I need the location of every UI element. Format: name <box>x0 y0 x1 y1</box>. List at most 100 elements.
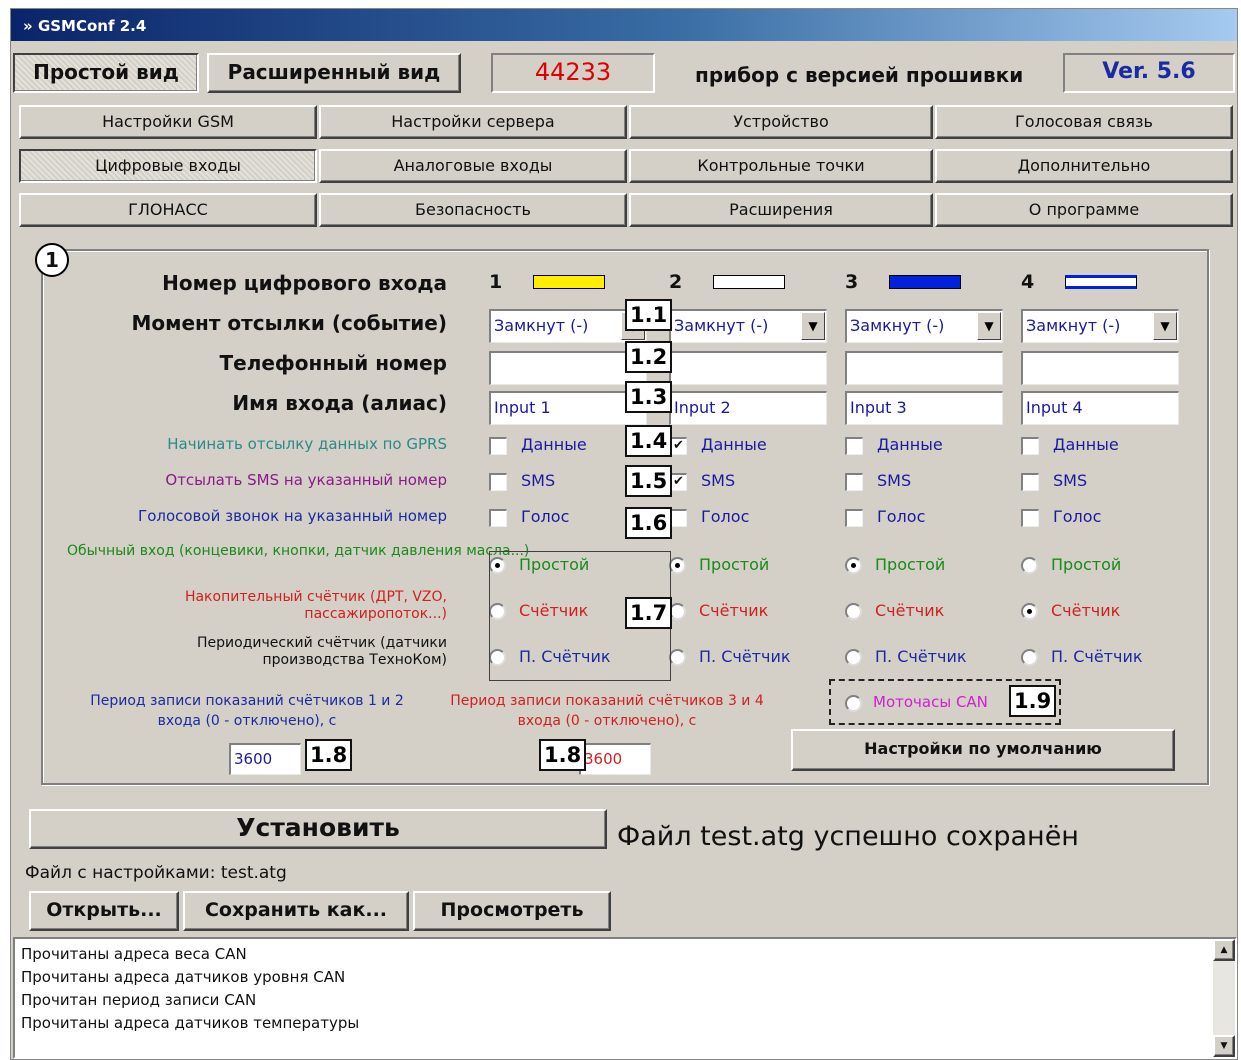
input-4-pcounter-label: П. Счётчик <box>1051 647 1143 666</box>
tab-11[interactable]: Расширения <box>629 193 933 227</box>
input-2-simple-label: Простой <box>699 555 770 574</box>
input-3-alias-field[interactable]: Input 3 <box>845 391 1003 425</box>
section-number-badge: 1 <box>35 243 69 277</box>
view-button[interactable]: Просмотреть <box>413 891 611 931</box>
input-1-event-select[interactable]: Замкнут (-)▼ <box>489 309 647 343</box>
annotation-1-1: 1.1 <box>625 299 673 331</box>
input-4-counter-radio[interactable] <box>1021 603 1038 620</box>
tab-6[interactable]: Аналоговые входы <box>319 149 627 183</box>
extended-view-button[interactable]: Расширенный вид <box>207 53 461 93</box>
tab-10[interactable]: Безопасность <box>319 193 627 227</box>
input-4-sms-label: SMS <box>1053 471 1088 490</box>
input-4-sms-checkbox[interactable] <box>1021 473 1039 491</box>
input-1-sms-checkbox[interactable] <box>489 473 507 491</box>
tab-2[interactable]: Настройки сервера <box>319 105 627 139</box>
input-3-simple-radio[interactable] <box>845 557 862 574</box>
chevron-down-icon[interactable]: ▼ <box>801 312 825 340</box>
input-4-simple-radio[interactable] <box>1021 557 1038 574</box>
input-3-counter-label: Счётчик <box>875 601 945 620</box>
input-4-phone-field[interactable] <box>1021 351 1179 385</box>
input-4-pcounter-radio[interactable] <box>1021 649 1038 666</box>
input-4-alias-field[interactable]: Input 4 <box>1021 391 1179 425</box>
input-2-phone-field[interactable] <box>669 351 827 385</box>
tab-4[interactable]: Голосовая связь <box>935 105 1233 139</box>
input-2-alias-field[interactable]: Input 2 <box>669 391 827 425</box>
annotation-1-8b: 1.8 <box>539 739 587 771</box>
input-2-event-value: Замкнут (-) <box>674 316 769 335</box>
input-4-event-value: Замкнут (-) <box>1026 316 1121 335</box>
log-box: Прочитаны адреса веса CAN Прочитаны адрес… <box>13 937 1237 1059</box>
tab-5[interactable]: Цифровые входы <box>19 149 317 183</box>
phone-number-label: Телефонный номер <box>219 351 448 375</box>
input-2-simple-radio[interactable] <box>669 557 686 574</box>
log-scrollbar[interactable]: ▲ ▼ <box>1213 939 1235 1057</box>
input-3-gprs-checkbox[interactable] <box>845 437 863 455</box>
input-3-phone-field[interactable] <box>845 351 1003 385</box>
send-moment-label: Момент отсылки (событие) <box>131 311 448 335</box>
save-as-button[interactable]: Сохранить как... <box>183 891 409 931</box>
input-3-pcounter-label: П. Счётчик <box>875 647 967 666</box>
input-4-number: 4 <box>1021 271 1035 293</box>
chevron-down-icon[interactable]: ▼ <box>977 312 1001 340</box>
default-settings-button[interactable]: Настройки по умолчанию <box>791 729 1175 771</box>
tab-3[interactable]: Устройство <box>629 105 933 139</box>
input-3-sms-checkbox[interactable] <box>845 473 863 491</box>
input-1-voice-checkbox[interactable] <box>489 509 507 527</box>
input-2-pcounter-radio[interactable] <box>669 649 686 666</box>
save-status: Файл test.atg успешно сохранён <box>617 821 1079 852</box>
install-button[interactable]: Установить <box>29 809 607 849</box>
simple-view-button[interactable]: Простой вид <box>13 53 199 93</box>
input-1-alias-field[interactable]: Input 1 <box>489 391 647 425</box>
input-1-gprs-checkbox[interactable] <box>489 437 507 455</box>
input-1-phone-field[interactable] <box>489 351 647 385</box>
input-1-gprs-label: Данные <box>521 435 587 454</box>
firmware-label: прибор с версией прошивки <box>695 63 1024 87</box>
tab-9[interactable]: ГЛОНАСС <box>19 193 317 227</box>
input-3-pcounter-radio[interactable] <box>845 649 862 666</box>
chevron-down-icon[interactable]: ▼ <box>1153 312 1177 340</box>
input-2-counter-label: Счётчик <box>699 601 769 620</box>
firmware-version: Ver. 5.6 <box>1063 53 1235 93</box>
simple-input-desc: Обычный вход (концевики, кнопки, датчик … <box>67 543 530 559</box>
tab-12[interactable]: О программе <box>935 193 1233 227</box>
alias-label: Имя входа (алиас) <box>232 391 447 415</box>
tab-8[interactable]: Дополнительно <box>935 149 1233 183</box>
scroll-up-icon[interactable]: ▲ <box>1213 939 1235 961</box>
open-button[interactable]: Открыть... <box>29 891 179 931</box>
period-34-input[interactable]: 3600 <box>579 743 651 775</box>
input-3-number: 3 <box>845 271 859 293</box>
period-34-label: Период записи показаний счётчиков 3 и 4 … <box>450 693 764 729</box>
log-line: Прочитаны адреса веса CAN <box>21 945 247 963</box>
input-3-counter-radio[interactable] <box>845 603 862 620</box>
log-line: Прочитаны адреса датчиков уровня CAN <box>21 968 346 986</box>
input-4-voice-label: Голос <box>1053 507 1102 526</box>
annotation-1-5: 1.5 <box>625 465 673 497</box>
input-2-event-select[interactable]: Замкнут (-) ▼ <box>669 309 827 343</box>
annotation-1-6: 1.6 <box>625 507 673 539</box>
input-3-voice-checkbox[interactable] <box>845 509 863 527</box>
annotation-1-4: 1.4 <box>625 425 673 457</box>
input-4-event-select[interactable]: Замкнут (-) ▼ <box>1021 309 1179 343</box>
input-4-gprs-checkbox[interactable] <box>1021 437 1039 455</box>
input-3-gprs-label: Данные <box>877 435 943 454</box>
input-4-voice-checkbox[interactable] <box>1021 509 1039 527</box>
input-4-counter-label: Счётчик <box>1051 601 1121 620</box>
tab-1[interactable]: Настройки GSM <box>19 105 317 139</box>
input-4-simple-label: Простой <box>1051 555 1122 574</box>
input-2-gprs-label: Данные <box>701 435 767 454</box>
period-12-input[interactable]: 3600 <box>229 743 301 775</box>
period-12-label: Период записи показаний счётчиков 1 и 2 … <box>90 693 404 729</box>
settings-file-label: Файл с настройками: test.atg <box>25 863 287 883</box>
log-line: Прочитан период записи CAN <box>21 991 257 1009</box>
annotation-1-3: 1.3 <box>625 381 673 413</box>
input-3-event-select[interactable]: Замкнут (-) ▼ <box>845 309 1003 343</box>
input-4-gprs-label: Данные <box>1053 435 1119 454</box>
motochasy-radio[interactable] <box>845 695 862 712</box>
input-3-voice-label: Голос <box>877 507 926 526</box>
input-1-voice-label: Голос <box>521 507 570 526</box>
window-title: GSMConf 2.4 <box>37 17 147 35</box>
scroll-down-icon[interactable]: ▼ <box>1213 1035 1235 1057</box>
tab-7[interactable]: Контрольные точки <box>629 149 933 183</box>
periodic-counter-desc: Периодический счётчик (датчики производс… <box>197 635 447 668</box>
gprs-label: Начинать отсылку данных по GPRS <box>167 435 447 453</box>
